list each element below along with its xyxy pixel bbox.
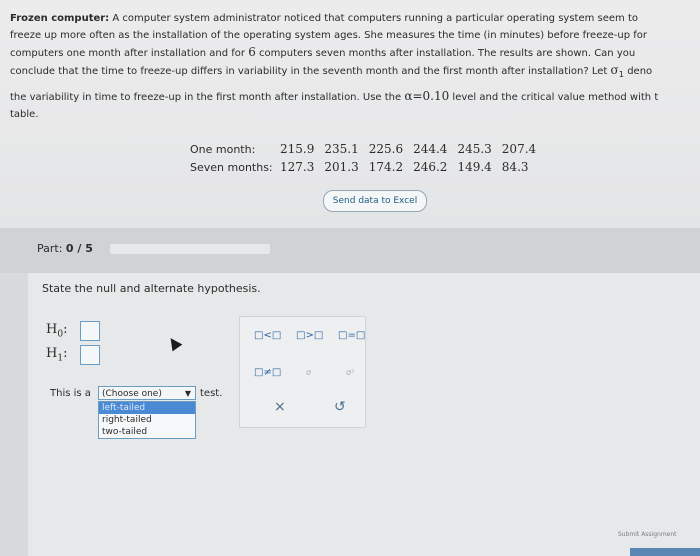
h0-input[interactable] bbox=[80, 321, 100, 341]
option-two-tailed[interactable]: two-tailed bbox=[99, 426, 195, 438]
data-table: One month: 215.9 235.1 225.6 244.4 245.3… bbox=[190, 140, 536, 176]
submit-assignment-link[interactable]: Submit Assignment bbox=[618, 531, 677, 538]
undo-icon[interactable]: ↺ bbox=[334, 399, 346, 415]
less-than-symbol-button[interactable]: □<□ bbox=[254, 330, 281, 341]
table-row: One month: 215.9 235.1 225.6 244.4 245.3… bbox=[190, 142, 537, 156]
part-header bbox=[0, 228, 700, 273]
h1-label: H1: bbox=[46, 346, 68, 364]
table-row: Seven months: 127.3 201.3 174.2 246.2 14… bbox=[190, 160, 529, 174]
tail-type-options: left-tailed right-tailed two-tailed bbox=[98, 401, 196, 439]
part-label: Part: 0 / 5 bbox=[37, 242, 93, 255]
test-prefix-text: This is a bbox=[50, 388, 91, 399]
tail-type-select[interactable]: (Choose one) ▼ bbox=[98, 386, 196, 400]
send-data-to-excel-button[interactable]: Send data to Excel bbox=[323, 190, 427, 212]
not-equal-symbol-button[interactable]: □≠□ bbox=[254, 367, 281, 378]
test-suffix-text: test. bbox=[200, 388, 223, 399]
h0-label: H0: bbox=[46, 322, 68, 340]
symbol-palette: □<□ □>□ □=□ □≠□ σ σ² × ↺ bbox=[239, 316, 366, 428]
greater-than-symbol-button[interactable]: □>□ bbox=[296, 330, 323, 341]
clear-icon[interactable]: × bbox=[274, 399, 286, 415]
chevron-down-icon: ▼ bbox=[184, 389, 191, 398]
instruction-text: State the null and alternate hypothesis. bbox=[42, 282, 261, 295]
equals-symbol-button[interactable]: □=□ bbox=[338, 330, 365, 341]
bottom-action-bar bbox=[630, 548, 700, 556]
h1-input[interactable] bbox=[80, 345, 100, 365]
problem-title: Frozen computer: bbox=[10, 13, 110, 24]
progress-bar bbox=[110, 244, 270, 254]
option-left-tailed[interactable]: left-tailed bbox=[99, 402, 195, 414]
problem-panel: Frozen computer: A computer system admin… bbox=[0, 0, 700, 228]
problem-text: Frozen computer: A computer system admin… bbox=[10, 13, 659, 120]
sigma-button[interactable]: σ bbox=[306, 368, 311, 377]
sigma-squared-button[interactable]: σ² bbox=[346, 368, 354, 377]
option-right-tailed[interactable]: right-tailed bbox=[99, 414, 195, 426]
